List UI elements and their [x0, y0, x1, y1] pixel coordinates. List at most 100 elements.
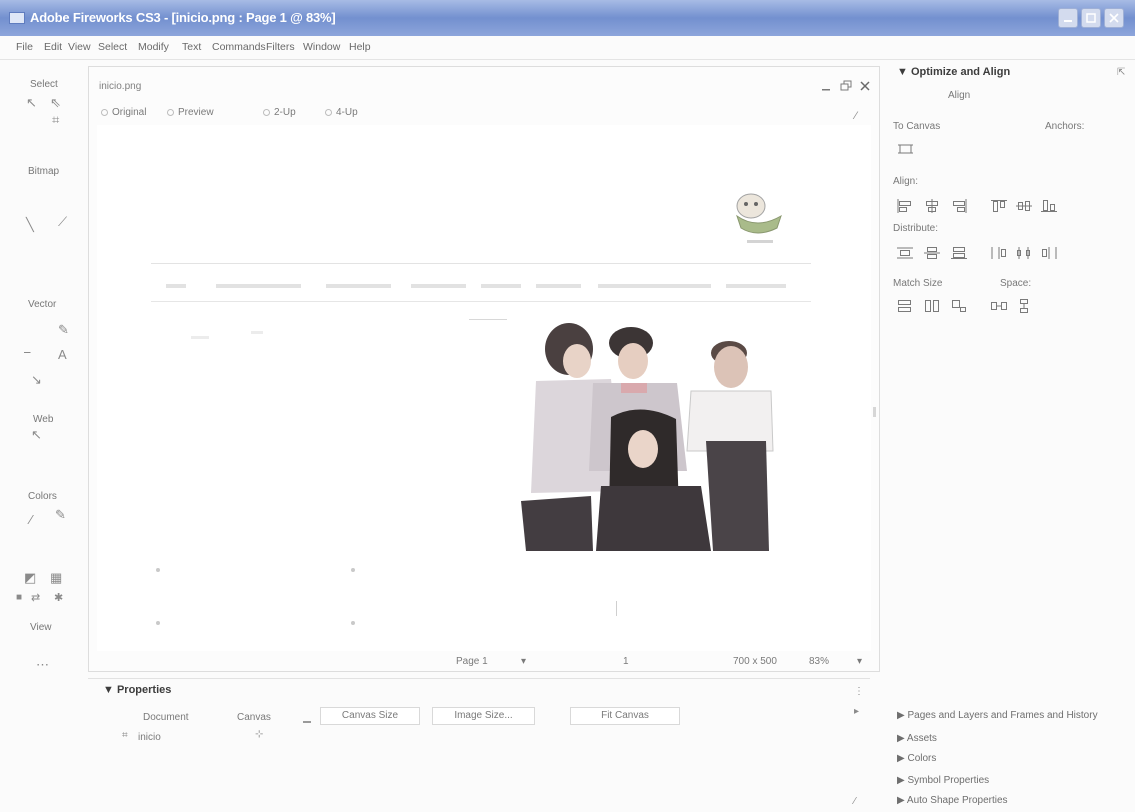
- align-top-icon[interactable]: [990, 199, 1008, 213]
- nav-underline: [469, 319, 507, 320]
- doc-minimize-button[interactable]: [819, 79, 833, 93]
- properties-title: Properties: [116, 684, 172, 696]
- align-right-icon[interactable]: [950, 199, 968, 213]
- document-title: inicio.png: [99, 81, 142, 92]
- distribute-left-icon[interactable]: [896, 246, 914, 260]
- maximize-button[interactable]: [1081, 8, 1101, 28]
- canvas-nav-item: [216, 284, 301, 288]
- close-button[interactable]: [1104, 8, 1124, 28]
- canvas-size-button[interactable]: Canvas Size: [320, 707, 420, 725]
- text-tool-icon[interactable]: A: [58, 348, 67, 362]
- view-mode-icon[interactable]: ⋯: [36, 658, 49, 672]
- menu-filters[interactable]: Filters: [266, 41, 295, 53]
- default-colors-icon[interactable]: ■: [16, 591, 22, 605]
- panel-colors[interactable]: ▶ Colors: [897, 753, 936, 764]
- subselection-tool-icon[interactable]: ⇖: [50, 96, 61, 110]
- menu-text[interactable]: Text: [182, 41, 201, 53]
- distribute-label: Distribute:: [893, 223, 939, 234]
- align-left-icon[interactable]: [896, 199, 914, 213]
- fireworks-app-icon: [9, 12, 25, 24]
- document-window: inicio.png Original Preview 2-Up 4-Up ⁄: [88, 66, 880, 672]
- space-evenly-horizontal-icon[interactable]: [990, 299, 1008, 313]
- match-height-icon[interactable]: [923, 299, 941, 313]
- align-tab[interactable]: Align: [948, 90, 970, 101]
- collapse-arrow-icon: ▼: [103, 684, 117, 696]
- pencil-tool-icon[interactable]: ⟋: [58, 215, 67, 229]
- doc-close-button[interactable]: [858, 79, 872, 93]
- swap-colors-icon[interactable]: ⇄: [31, 591, 40, 605]
- image-size-button[interactable]: Image Size...: [432, 707, 535, 725]
- panel-auto-shape-properties[interactable]: ▶ Auto Shape Properties: [897, 795, 1008, 806]
- doc-restore-button[interactable]: [839, 79, 853, 93]
- resize-grip-icon[interactable]: ⁄: [854, 795, 856, 809]
- tab-2-up[interactable]: 2-Up: [263, 107, 296, 118]
- zoom-level[interactable]: 83%: [809, 656, 829, 667]
- frame-number: 1: [623, 656, 629, 667]
- tab-original[interactable]: Original: [101, 107, 146, 118]
- stroke-color-icon[interactable]: ◩: [24, 571, 36, 585]
- menu-help[interactable]: Help: [349, 41, 371, 53]
- fill-color-icon[interactable]: ▦: [50, 571, 62, 585]
- distribute-right-icon[interactable]: [950, 246, 968, 260]
- match-size-label: Match Size: [893, 278, 943, 289]
- distribute-top-icon[interactable]: [990, 246, 1008, 260]
- pen-tool-icon[interactable]: ✎: [58, 323, 69, 337]
- match-width-and-height-icon[interactable]: [950, 299, 968, 313]
- crop-tool-icon[interactable]: ⌗: [52, 113, 59, 127]
- menu-edit[interactable]: Edit: [44, 41, 62, 53]
- canvas[interactable]: [97, 125, 871, 651]
- canvas-group-photo: [521, 323, 774, 551]
- document-options-icon[interactable]: ⊹: [255, 728, 263, 742]
- match-width-icon[interactable]: [896, 299, 914, 313]
- tools-section-bitmap: Bitmap: [28, 166, 60, 177]
- distribute-center-horizontal-icon[interactable]: [923, 246, 941, 260]
- brush-tool-icon[interactable]: ╲: [26, 218, 34, 232]
- panel-options-icon[interactable]: ⇱: [1117, 66, 1125, 80]
- window-title: Adobe Fireworks CS3 - [inicio.png : Page…: [30, 10, 336, 25]
- panel-pages-layers-frames-history[interactable]: ▶ Pages and Layers and Frames and Histor…: [897, 710, 1098, 721]
- page-dropdown-icon[interactable]: ▾: [521, 656, 526, 667]
- to-canvas-icon[interactable]: [897, 142, 915, 156]
- align-label: Align:: [893, 176, 919, 187]
- expand-arrow-icon[interactable]: ▸: [854, 705, 859, 719]
- align-bottom-icon[interactable]: [1040, 199, 1058, 213]
- quick-export-icon[interactable]: ⁄: [855, 109, 857, 123]
- hotspot-tool-icon[interactable]: ↖: [31, 428, 42, 442]
- menu-file[interactable]: File: [16, 41, 33, 53]
- panel-options-icon[interactable]: ⋮: [854, 685, 864, 699]
- tab-label: Preview: [178, 107, 214, 118]
- panel-assets[interactable]: ▶ Assets: [897, 733, 937, 744]
- align-center-vertical-icon[interactable]: [1015, 199, 1033, 213]
- fit-canvas-button[interactable]: Fit Canvas: [570, 707, 680, 725]
- canvas-marker: [616, 601, 617, 616]
- restore-icon: [840, 80, 852, 91]
- paint-bucket-tool-icon[interactable]: ✎: [55, 508, 66, 522]
- menu-select[interactable]: Select: [98, 41, 127, 53]
- menu-view[interactable]: View: [68, 41, 91, 53]
- pointer-tool-icon[interactable]: ↖: [26, 96, 37, 110]
- canvas-nav-item: [536, 284, 581, 288]
- menu-modify[interactable]: Modify: [138, 41, 169, 53]
- tab-preview[interactable]: Preview: [167, 107, 214, 118]
- panel-label: Pages and Layers and Frames and History: [907, 710, 1098, 721]
- vertical-scrollbar[interactable]: [873, 407, 876, 417]
- right-panel-dock: ▼ Optimize and Align ⇱ Align To Canvas A…: [885, 62, 1135, 812]
- eyedropper-tool-icon[interactable]: ⁄: [30, 513, 32, 527]
- minimize-button[interactable]: [1058, 8, 1078, 28]
- space-evenly-vertical-icon[interactable]: [1015, 299, 1033, 313]
- menu-commands[interactable]: Commands: [212, 41, 266, 53]
- page-selector[interactable]: Page 1: [456, 656, 488, 667]
- canvas-color-swatch[interactable]: [303, 721, 311, 723]
- zoom-dropdown-icon[interactable]: ▾: [857, 656, 862, 667]
- properties-header[interactable]: ▼ Properties: [103, 684, 171, 696]
- freeform-tool-icon[interactable]: ↘: [31, 373, 42, 387]
- distribute-bottom-icon[interactable]: [1040, 246, 1058, 260]
- no-color-icon[interactable]: ✱: [54, 591, 63, 605]
- distribute-center-vertical-icon[interactable]: [1015, 246, 1033, 260]
- line-tool-icon[interactable]: ⎯: [24, 345, 31, 359]
- align-center-horizontal-icon[interactable]: [923, 199, 941, 213]
- optimize-align-header[interactable]: ▼ Optimize and Align: [897, 66, 1010, 78]
- tab-4-up[interactable]: 4-Up: [325, 107, 358, 118]
- panel-symbol-properties[interactable]: ▶ Symbol Properties: [897, 775, 989, 786]
- menu-window[interactable]: Window: [303, 41, 340, 53]
